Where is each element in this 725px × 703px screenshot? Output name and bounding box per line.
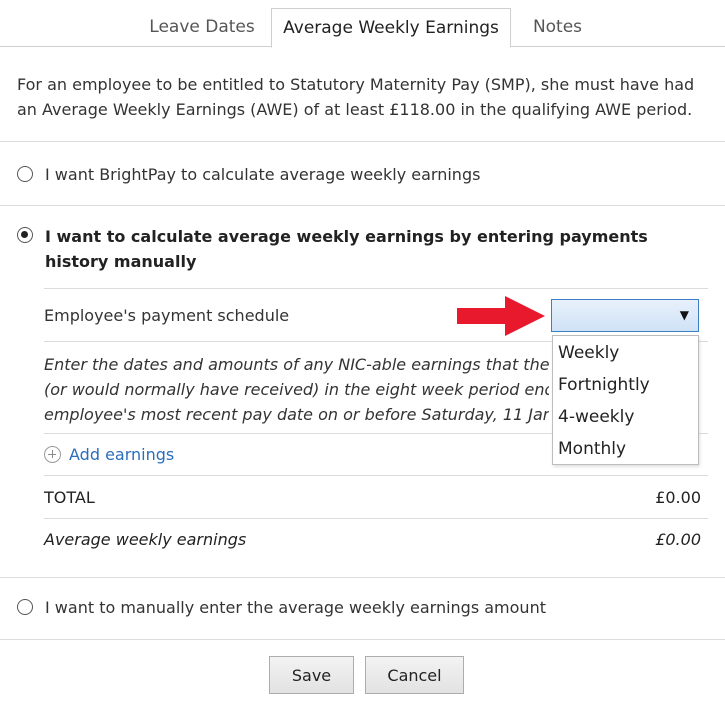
instructions-line: Enter the dates and amounts of any NIC-a… xyxy=(44,355,549,374)
chevron-down-icon[interactable]: ▼ xyxy=(680,308,689,322)
divider xyxy=(0,141,725,142)
average-weekly-earnings-value: £0.00 xyxy=(655,530,701,549)
divider xyxy=(0,577,725,578)
option-manual-amount-label: I want to manually enter the average wee… xyxy=(45,598,546,617)
save-button[interactable]: Save xyxy=(269,656,354,694)
divider xyxy=(44,475,708,476)
intro-text: For an employee to be entitled to Statut… xyxy=(17,75,695,119)
tab-notes[interactable]: Notes xyxy=(510,8,605,46)
plus-circle-icon[interactable] xyxy=(44,446,61,463)
cancel-button[interactable]: Cancel xyxy=(365,656,464,694)
tab-average-weekly-earnings[interactable]: Average Weekly Earnings xyxy=(271,8,511,48)
option-manual-amount[interactable]: I want to manually enter the average wee… xyxy=(17,596,546,620)
payment-schedule-dropdown: Weekly Fortnightly 4-weekly Monthly xyxy=(552,335,699,465)
radio-manual-amount[interactable] xyxy=(17,599,33,615)
dropdown-option-weekly[interactable]: Weekly xyxy=(553,336,698,368)
average-weekly-earnings-label: Average weekly earnings xyxy=(44,530,247,549)
tab-bar: Leave Dates Average Weekly Earnings Note… xyxy=(0,0,725,48)
red-arrow-icon xyxy=(457,296,545,336)
dropdown-option-monthly[interactable]: Monthly xyxy=(553,432,698,464)
instructions-line: (or would normally have received) in the… xyxy=(44,380,549,399)
option-auto-calculate[interactable]: I want BrightPay to calculate average we… xyxy=(17,163,480,187)
divider xyxy=(44,518,708,519)
earnings-instructions: Enter the dates and amounts of any NIC-a… xyxy=(44,352,549,427)
instructions-line: employee's most recent pay date on or be… xyxy=(44,405,549,424)
divider xyxy=(44,288,708,289)
divider xyxy=(0,205,725,206)
option-manual-history-label: I want to calculate average weekly earni… xyxy=(45,227,648,271)
total-value: £0.00 xyxy=(655,488,701,507)
divider xyxy=(0,639,725,640)
dropdown-option-4-weekly[interactable]: 4-weekly xyxy=(553,400,698,432)
payment-schedule-label: Employee's payment schedule xyxy=(44,306,290,325)
total-label: TOTAL xyxy=(44,488,95,507)
option-auto-label: I want BrightPay to calculate average we… xyxy=(45,165,481,184)
add-earnings-label[interactable]: Add earnings xyxy=(69,445,174,464)
radio-manual-history[interactable] xyxy=(17,227,33,243)
payment-schedule-select[interactable]: ▼ xyxy=(551,299,699,332)
tab-leave-dates[interactable]: Leave Dates xyxy=(133,8,271,46)
option-manual-history[interactable]: I want to calculate average weekly earni… xyxy=(17,224,685,274)
radio-auto[interactable] xyxy=(17,166,33,182)
add-earnings-link[interactable]: Add earnings xyxy=(44,445,174,464)
dropdown-option-fortnightly[interactable]: Fortnightly xyxy=(553,368,698,400)
